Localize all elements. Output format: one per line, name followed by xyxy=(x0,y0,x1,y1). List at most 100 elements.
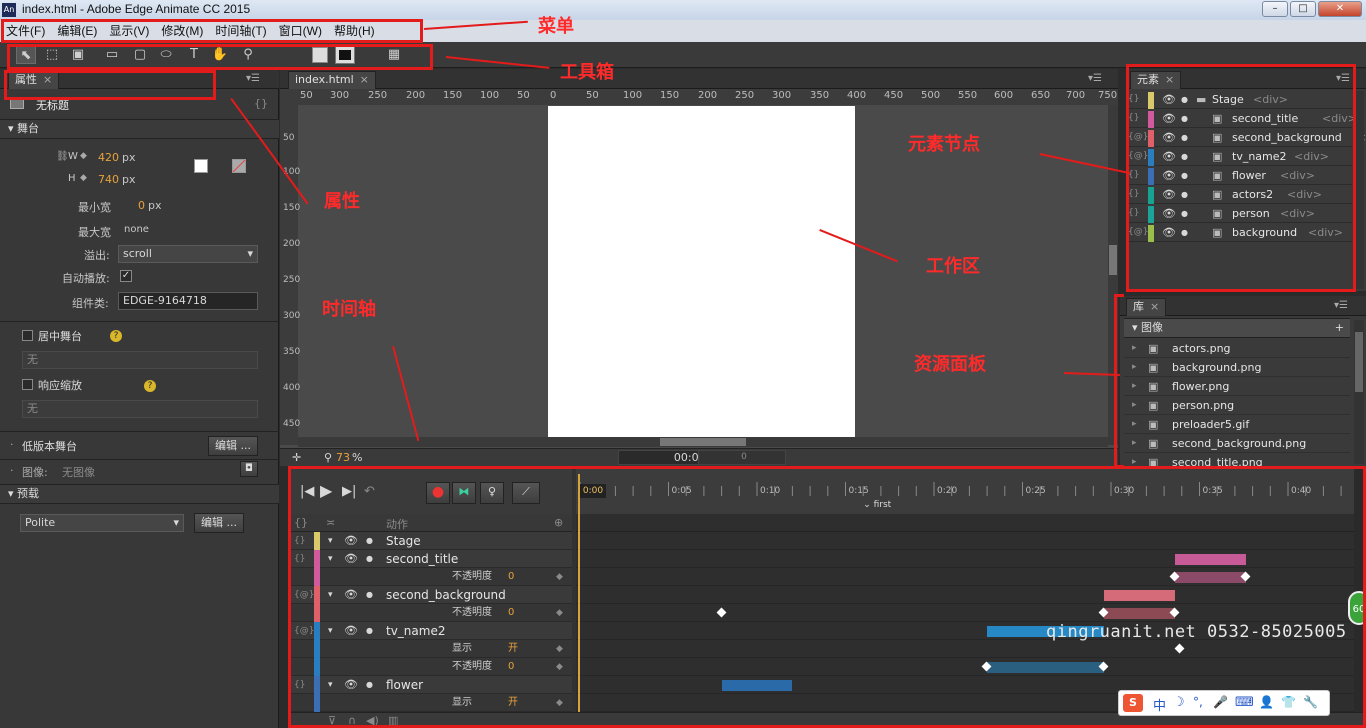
ruler-tick: 350 xyxy=(283,347,301,357)
ruler-tick: 250 xyxy=(368,90,388,101)
annotation-assets: 资源面板 xyxy=(914,354,986,375)
library-item[interactable]: ▸ ▣ preloader5.gif xyxy=(1124,415,1350,434)
images-section-label: 图像 xyxy=(1141,321,1164,334)
library-item-name: second_background.png xyxy=(1172,437,1307,450)
stage-panel: index.html × ▾☰ 50 300 250 200 150 100 50… xyxy=(280,69,1118,466)
center-stage-checkbox[interactable] xyxy=(22,330,33,341)
zoom-value[interactable]: 73 xyxy=(336,451,350,464)
overflow-color-swatch[interactable] xyxy=(232,159,246,173)
chevron-down-icon: ▾ xyxy=(8,487,18,500)
ruler-tick: 450 xyxy=(884,90,904,101)
ruler-tick: 300 xyxy=(330,90,350,101)
stage-canvas[interactable] xyxy=(548,106,855,437)
library-item[interactable]: ▸ ▣ background.png xyxy=(1124,358,1350,377)
ruler-tick: 50 xyxy=(586,90,599,101)
divider xyxy=(0,321,279,322)
ruler-tick: 150 xyxy=(660,90,680,101)
properties-panel: 属性 × ▾☰ 无标题 {} ▾ 舞台 ⛓ W ◆ 420 px H ◆ 740 … xyxy=(0,69,279,728)
help-icon[interactable]: ? xyxy=(110,330,122,342)
tab-index-html[interactable]: index.html × xyxy=(288,71,376,89)
library-item-name: background.png xyxy=(1172,361,1262,374)
chevron-right-icon[interactable]: ▸ xyxy=(1132,415,1137,434)
help-icon[interactable]: ? xyxy=(144,380,156,392)
height-value[interactable]: 740 xyxy=(98,173,119,186)
library-tabbar: 库 × ▾☰ xyxy=(1120,296,1366,316)
close-icon[interactable]: × xyxy=(360,73,369,86)
preload-select[interactable]: Polite ▾ xyxy=(20,514,184,532)
annotation-element-nodes: 元素节点 xyxy=(908,134,980,155)
ruler-tick: 550 xyxy=(958,90,978,101)
dropdown-arrow-icon: ▾ xyxy=(247,247,253,260)
width-value[interactable]: 420 xyxy=(98,151,119,164)
library-item[interactable]: ▸ ▣ flower.png xyxy=(1124,377,1350,396)
close-button[interactable]: ✕ xyxy=(1318,1,1362,17)
chevron-right-icon[interactable]: ▸ xyxy=(1132,377,1137,396)
width-unit[interactable]: px xyxy=(122,151,136,164)
chevron-right-icon[interactable]: ▸ xyxy=(1132,358,1137,377)
preload-section-header[interactable]: ▾ 预载 xyxy=(0,484,279,504)
overflow-select[interactable]: scroll ▾ xyxy=(118,245,258,263)
max-width-value[interactable]: none xyxy=(124,224,149,235)
library-item-name: flower.png xyxy=(1172,380,1230,393)
image-icon: ▣ xyxy=(1148,437,1159,450)
ruler-tick: 150 xyxy=(443,90,463,101)
preload-edit-button[interactable]: 编辑 ... xyxy=(194,513,244,533)
annotation-box-properties xyxy=(4,70,216,100)
crosshair-icon[interactable]: ✛ xyxy=(292,451,301,464)
panel-menu-icon[interactable]: ▾☰ xyxy=(1088,73,1102,84)
ruler-tick: 0 xyxy=(550,90,557,101)
library-item[interactable]: ▸ ▣ second_background.png xyxy=(1124,434,1350,453)
lowver-label: 低版本舞台 xyxy=(22,440,77,453)
lowver-bullet: · xyxy=(10,438,14,451)
zoom-icon[interactable]: ⚲ xyxy=(324,451,332,464)
link-dimensions-icon[interactable]: ⛓ xyxy=(56,151,69,162)
autoplay-checkbox[interactable]: ✓ xyxy=(120,270,132,282)
images-section-header[interactable]: ▾ 图像 + xyxy=(1124,318,1350,338)
chevron-right-icon[interactable]: ▸ xyxy=(1132,396,1137,415)
scroll-thumb[interactable] xyxy=(1355,332,1363,392)
chevron-right-icon[interactable]: ▸ xyxy=(1132,434,1137,453)
image-icon: ▣ xyxy=(1148,399,1159,412)
w-diamond-icon: ◆ xyxy=(80,151,87,161)
horizontal-scrollbar[interactable] xyxy=(298,437,1108,447)
image-bullet: · xyxy=(10,464,14,477)
maximize-button[interactable]: □ xyxy=(1290,1,1316,17)
min-width-unit: px xyxy=(148,199,162,212)
lowver-edit-button[interactable]: 编辑 ... xyxy=(208,436,258,456)
vertical-scrollbar[interactable] xyxy=(1354,320,1364,464)
minimize-button[interactable]: – xyxy=(1262,1,1288,17)
add-icon[interactable]: + xyxy=(1335,319,1344,337)
responsive-checkbox[interactable] xyxy=(22,379,33,390)
annotation-box-elements xyxy=(1126,64,1356,292)
left-ruler: 50 100 150 200 250 300 350 400 450 xyxy=(280,105,301,445)
library-item[interactable]: ▸ ▣ person.png xyxy=(1124,396,1350,415)
height-unit[interactable]: px xyxy=(122,173,136,186)
time-small-readout: 0 xyxy=(698,450,786,465)
annotation-box-library xyxy=(1114,294,1124,468)
code-icon[interactable]: {} xyxy=(254,97,268,110)
close-icon[interactable]: × xyxy=(1150,300,1159,313)
background-color-swatch[interactable] xyxy=(194,159,208,173)
annotation-box-menu xyxy=(1,19,423,43)
panel-menu-icon[interactable]: ▾☰ xyxy=(246,73,260,84)
scroll-thumb[interactable] xyxy=(1109,245,1117,275)
chevron-right-icon[interactable]: ▸ xyxy=(1132,339,1137,358)
min-width-value[interactable]: 0 xyxy=(138,199,145,212)
ruler-tick: 250 xyxy=(735,90,755,101)
ruler-tick: 500 xyxy=(921,90,941,101)
scroll-thumb[interactable] xyxy=(660,438,746,446)
ruler-tick: 50 xyxy=(517,90,530,101)
width-label: W xyxy=(68,151,78,162)
annotation-workspace: 工作区 xyxy=(926,256,980,277)
image-label: 图像: xyxy=(22,466,48,479)
annotation-timeline: 时间轴 xyxy=(322,299,376,320)
stage-section-header[interactable]: ▾ 舞台 xyxy=(0,119,279,139)
tab-library-label: 库 xyxy=(1133,300,1144,313)
tab-library[interactable]: 库 × xyxy=(1126,298,1167,316)
camera-icon[interactable]: ◘ xyxy=(240,461,258,477)
annotation-menu: 菜单 xyxy=(538,16,574,37)
class-field[interactable]: EDGE-9164718 xyxy=(118,292,258,310)
annotation-properties: 属性 xyxy=(324,191,360,212)
panel-menu-icon[interactable]: ▾☰ xyxy=(1334,300,1348,311)
library-item[interactable]: ▸ ▣ actors.png xyxy=(1124,339,1350,358)
